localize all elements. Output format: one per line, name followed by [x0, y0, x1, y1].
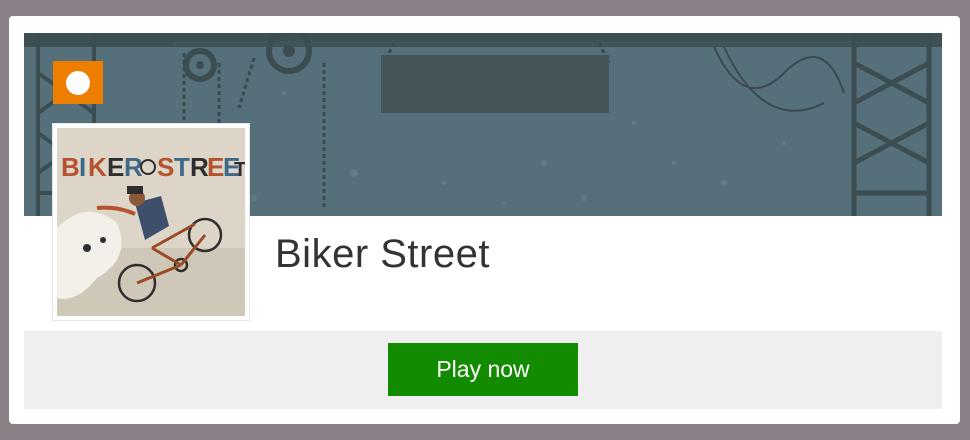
svg-text:B: B	[61, 152, 80, 182]
svg-text:E: E	[107, 152, 124, 182]
svg-text:T: T	[234, 159, 245, 181]
play-now-button[interactable]: Play now	[388, 343, 578, 396]
game-title: Biker Street	[275, 232, 490, 276]
svg-text:K: K	[88, 152, 107, 182]
svg-text:T: T	[174, 152, 190, 182]
game-thumbnail-artwork: B I K E R S T R E E T	[57, 128, 245, 316]
svg-text:I: I	[79, 152, 86, 182]
svg-text:S: S	[157, 152, 174, 182]
action-bar: Play now	[24, 331, 942, 409]
game-card: B I K E R S T R E E T Biker Street Play …	[9, 16, 960, 424]
back-button[interactable]	[53, 61, 103, 104]
game-thumbnail: B I K E R S T R E E T	[53, 124, 249, 320]
chevron-left-icon	[55, 61, 90, 95]
svg-text:E: E	[207, 152, 224, 182]
